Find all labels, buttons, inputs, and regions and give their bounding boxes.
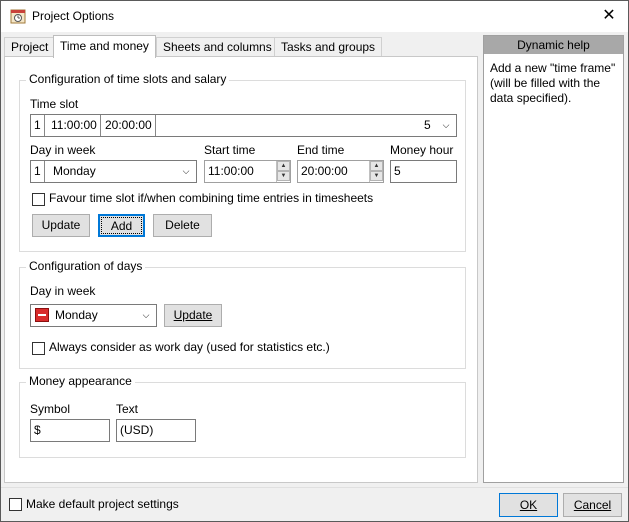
tab-panel-time-and-money: Configuration of time slots and salary T… bbox=[4, 56, 478, 483]
time-slot-end: 20:00:00 bbox=[102, 115, 156, 136]
add-time-slot-button[interactable]: Add bbox=[98, 214, 145, 237]
time-slots-group-title: Configuration of time slots and salary bbox=[26, 72, 230, 86]
work-day-checkbox[interactable] bbox=[32, 342, 45, 355]
spin-up-icon[interactable]: ▲ bbox=[370, 161, 383, 171]
symbol-label: Symbol bbox=[30, 402, 71, 416]
start-time-field[interactable]: 11:00:00 ▲ ▼ bbox=[204, 160, 291, 183]
symbol-field[interactable]: $ bbox=[30, 419, 110, 442]
update-time-slot-button[interactable]: Update bbox=[32, 214, 90, 237]
cancel-label: Cancel bbox=[573, 498, 612, 512]
time-slot-start: 11:00:00 bbox=[48, 115, 101, 136]
tab-project[interactable]: Project bbox=[4, 37, 56, 57]
money-appearance-group: Money appearance Symbol $ Text (USD) bbox=[19, 374, 466, 458]
end-time-label: End time bbox=[297, 143, 345, 157]
chevron-down-icon: ⌵ bbox=[442, 120, 450, 130]
end-time-field[interactable]: 20:00:00 ▲ ▼ bbox=[297, 160, 384, 183]
symbol-value: $ bbox=[34, 423, 41, 437]
favour-time-slot-checkbox[interactable] bbox=[32, 193, 45, 206]
cancel-button[interactable]: Cancel bbox=[563, 493, 622, 517]
time-slot-num: 1 bbox=[31, 115, 45, 136]
window-title: Project Options bbox=[32, 9, 115, 23]
end-time-value: 20:00:00 bbox=[301, 164, 348, 178]
spin-down-icon[interactable]: ▼ bbox=[370, 171, 383, 181]
delete-time-slot-button[interactable]: Delete bbox=[153, 214, 212, 237]
days-day-in-week-select[interactable]: Monday ⌵ bbox=[30, 304, 157, 327]
footer-divider bbox=[1, 487, 628, 488]
days-day-in-week-label: Day in week bbox=[30, 284, 96, 298]
day-name: Monday bbox=[53, 164, 96, 178]
time-slot-select[interactable]: 1 11:00:00 20:00:00 5 ⌵ bbox=[30, 114, 457, 137]
money-hour-value: 5 bbox=[394, 164, 401, 178]
spin-down-icon[interactable]: ▼ bbox=[277, 171, 290, 181]
start-time-label: Start time bbox=[204, 143, 256, 157]
day-in-week-label: Day in week bbox=[30, 143, 96, 157]
tab-time-and-money[interactable]: Time and money bbox=[53, 35, 156, 58]
work-day-label: Always consider as work day (used for st… bbox=[49, 340, 330, 354]
days-group: Configuration of days Day in week Monday… bbox=[19, 259, 466, 369]
tab-tasks-and-groups[interactable]: Tasks and groups bbox=[274, 37, 383, 57]
money-hour-field[interactable]: 5 bbox=[390, 160, 457, 183]
tab-sheets-and-columns[interactable]: Sheets and columns bbox=[156, 37, 279, 57]
time-slots-group: Configuration of time slots and salary T… bbox=[19, 72, 466, 252]
time-slot-label: Time slot bbox=[30, 97, 79, 111]
dynamic-help-title: Dynamic help bbox=[484, 36, 623, 54]
project-options-dialog: Project Options ✕ Project Time and money… bbox=[0, 0, 629, 522]
app-icon bbox=[10, 9, 26, 24]
start-time-value: 11:00:00 bbox=[208, 164, 254, 178]
dynamic-help-text: Add a new "time frame" (will be filled w… bbox=[490, 61, 616, 105]
make-default-label: Make default project settings bbox=[26, 497, 179, 511]
days-group-title: Configuration of days bbox=[26, 259, 146, 273]
add-time-slot-label: Add bbox=[101, 217, 142, 234]
text-field[interactable]: (USD) bbox=[116, 419, 196, 442]
ok-button[interactable]: OK bbox=[499, 493, 558, 517]
dynamic-help-pane: Dynamic help Add a new "time frame" (wil… bbox=[483, 35, 624, 483]
day-in-week-select[interactable]: 1 Monday ⌵ bbox=[30, 160, 197, 183]
text-label: Text bbox=[116, 402, 139, 416]
days-day-value: Monday bbox=[55, 308, 98, 322]
ok-label: OK bbox=[519, 498, 538, 512]
title-bar: Project Options ✕ bbox=[1, 1, 628, 32]
no-entry-icon bbox=[35, 308, 49, 322]
close-icon[interactable]: ✕ bbox=[596, 4, 622, 28]
start-time-spinner[interactable]: ▲ ▼ bbox=[276, 161, 290, 182]
time-slot-count: 5 bbox=[424, 118, 431, 132]
spin-up-icon[interactable]: ▲ bbox=[277, 161, 290, 171]
chevron-down-icon: ⌵ bbox=[182, 166, 190, 176]
end-time-spinner[interactable]: ▲ ▼ bbox=[369, 161, 383, 182]
money-appearance-group-title: Money appearance bbox=[26, 374, 135, 388]
favour-time-slot-label: Favour time slot if/when combining time … bbox=[49, 191, 374, 205]
money-hour-label: Money hour bbox=[390, 143, 454, 157]
make-default-checkbox[interactable] bbox=[9, 498, 22, 511]
text-value: (USD) bbox=[120, 423, 154, 437]
chevron-down-icon: ⌵ bbox=[142, 310, 150, 320]
day-num: 1 bbox=[31, 161, 45, 182]
update-day-button[interactable]: Update bbox=[164, 304, 222, 327]
